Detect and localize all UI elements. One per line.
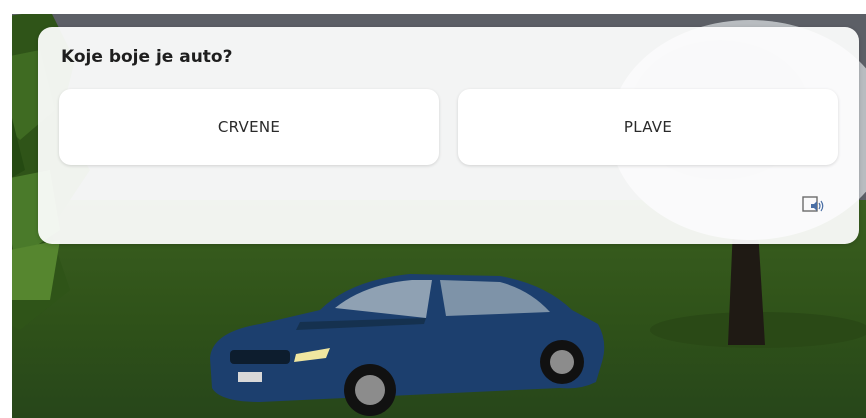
answer-label: PLAVE [623, 118, 673, 136]
speaker-icon [802, 196, 824, 212]
question-card: Koje boje je auto? CRVENE PLAVE [38, 27, 859, 244]
question-text: Koje boje je auto? [61, 47, 233, 67]
blue-car [210, 274, 605, 416]
read-aloud-button[interactable] [802, 195, 828, 217]
frame-edge-top [0, 0, 866, 14]
answer-option-plave[interactable]: PLAVE [458, 89, 838, 165]
answer-option-crvene[interactable]: CRVENE [59, 89, 439, 165]
answer-label: CRVENE [217, 118, 281, 136]
frame-edge-left [0, 0, 12, 418]
